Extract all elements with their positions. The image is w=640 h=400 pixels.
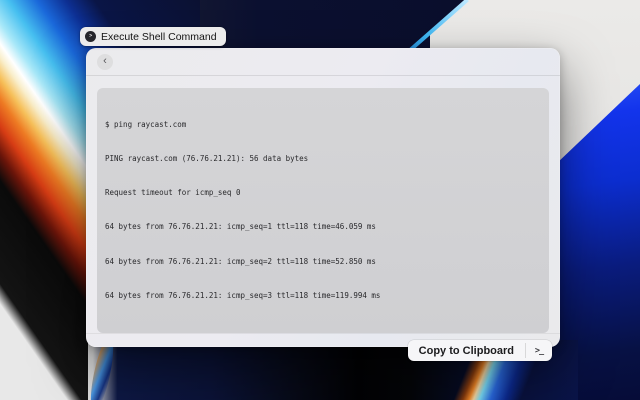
terminal-line: 64 bytes from 76.76.21.21: icmp_seq=2 tt… — [105, 256, 541, 267]
terminal-line: 64 bytes from 76.76.21.21: icmp_seq=1 tt… — [105, 221, 541, 232]
terminal-line: Request timeout for icmp_seq 0 — [105, 187, 541, 198]
execute-shell-command-window: ‹ $ ping raycast.com PING raycast.com (7… — [86, 48, 560, 347]
window-header: ‹ — [86, 48, 560, 76]
terminal-icon: > — [85, 31, 96, 42]
window-footer: Copy to Clipboard >_ — [86, 333, 560, 367]
copy-to-clipboard-button[interactable]: Copy to Clipboard >_ — [408, 340, 552, 361]
copy-to-clipboard-label: Copy to Clipboard — [408, 340, 525, 361]
execute-shell-command-tooltip: > Execute Shell Command — [80, 27, 226, 46]
tooltip-label: Execute Shell Command — [101, 31, 217, 43]
terminal-prompt-icon: >_ — [526, 340, 552, 361]
terminal-line: PING raycast.com (76.76.21.21): 56 data … — [105, 153, 541, 164]
terminal-line: 64 bytes from 76.76.21.21: icmp_seq=3 tt… — [105, 290, 541, 301]
terminal-line: $ ping raycast.com — [105, 119, 541, 130]
terminal-output: $ ping raycast.com PING raycast.com (76.… — [97, 88, 549, 333]
back-button[interactable]: ‹ — [97, 54, 113, 70]
chevron-left-icon: ‹ — [103, 56, 107, 67]
window-body: $ ping raycast.com PING raycast.com (76.… — [86, 76, 560, 333]
